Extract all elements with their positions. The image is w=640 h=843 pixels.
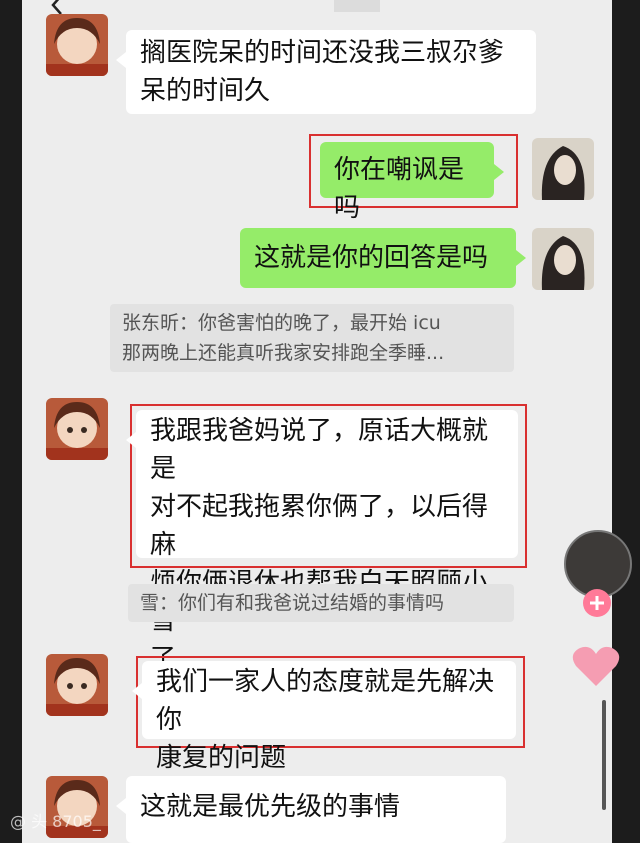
heart-icon[interactable] [570, 640, 622, 692]
contact-avatar-icon[interactable] [46, 654, 108, 716]
message-bubble[interactable]: 这就是最优先级的事情 [116, 776, 506, 843]
quoted-message[interactable]: 张东昕：你爸害怕的晚了，最开始 icu 那两晚上还能真听我家安排跑全季睡... [110, 304, 514, 372]
title-bar-mark [334, 0, 380, 12]
quote-text: 雪：你们有和我爸说过结婚的事情吗 [140, 592, 445, 614]
message-text: 对不起我拖累你俩了，以后得麻 [150, 492, 489, 560]
message-bubble[interactable]: 我跟我爸妈说了，原话大概就是 对不起我拖累你俩了，以后得麻 烦你俩退休也帮我白天… [126, 410, 518, 674]
message-bubble[interactable]: 搁医院呆的时间还没我三叔尕爹 呆的时间久 [116, 30, 536, 114]
message-text: 我跟我爸妈说了，原话大概就是 [150, 416, 489, 484]
plus-icon[interactable] [582, 588, 612, 618]
message-bubble[interactable]: 我们一家人的态度就是先解决你 康复的问题 [132, 661, 516, 773]
message-text: 你在嘲讽是吗 [334, 155, 465, 223]
message-text: 我们一家人的态度就是先解决你 [156, 667, 495, 735]
watermark: @ 头 8705_ [10, 812, 101, 831]
message-bubble[interactable]: 这就是你的回答是吗 [240, 228, 526, 288]
message-bubble[interactable]: 你在嘲讽是吗 [320, 142, 504, 223]
message-text: 搁医院呆的时间还没我三叔尕爹 [140, 38, 505, 68]
message-text: 呆的时间久 [140, 76, 271, 106]
message-text: 这就是最优先级的事情 [140, 792, 401, 822]
contact-avatar-icon[interactable] [46, 398, 108, 460]
quote-text: 那两晚上还能真听我家安排跑全季睡... [122, 342, 445, 364]
user-avatar-icon[interactable] [532, 228, 594, 290]
message-text: 康复的问题 [156, 743, 287, 773]
quoted-message[interactable]: 雪：你们有和我爸说过结婚的事情吗 [128, 584, 514, 622]
contact-avatar-icon[interactable] [46, 14, 108, 76]
chat-screen: 搁医院呆的时间还没我三叔尕爹 呆的时间久 你在嘲讽是吗 这就是你的回答是吗 张东… [22, 0, 612, 843]
user-avatar-icon[interactable] [532, 138, 594, 200]
quote-text: 张东昕：你爸害怕的晚了，最开始 icu [122, 312, 441, 334]
message-text: 这就是你的回答是吗 [254, 243, 489, 273]
right-scroll-indicator [602, 700, 606, 810]
